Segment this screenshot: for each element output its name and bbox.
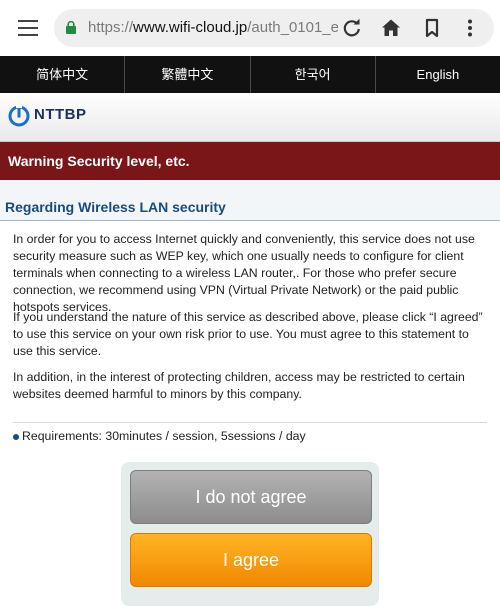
url-host: www.wifi-cloud.jp xyxy=(133,19,248,36)
lang-simplified-chinese[interactable]: 简体中文 xyxy=(0,56,126,93)
section-header: Regarding Wireless LAN security xyxy=(0,194,500,221)
url-path: /auth_0101_en. xyxy=(247,19,338,36)
logo-text: NTTBP xyxy=(34,106,87,123)
requirements-text: Requirements: 30minutes / session, 5sess… xyxy=(22,429,306,443)
requirements-row: Requirements: 30minutes / session, 5sess… xyxy=(13,429,306,443)
section-title: Regarding Wireless LAN security xyxy=(5,199,226,215)
menu-icon[interactable] xyxy=(18,20,38,36)
bullet-icon xyxy=(13,433,19,440)
divider xyxy=(13,422,487,423)
address-bar[interactable]: https://www.wifi-cloud.jp/auth_0101_en. xyxy=(54,9,494,47)
warning-title: Warning Security level, etc. xyxy=(8,153,190,169)
lang-traditional-chinese[interactable]: 繁體中文 xyxy=(125,56,251,93)
disagree-button[interactable]: I do not agree xyxy=(130,470,372,524)
url-scheme: https:// xyxy=(88,19,134,36)
url-text[interactable]: https://www.wifi-cloud.jp/auth_0101_en. xyxy=(88,19,338,39)
language-bar: 简体中文 繁體中文 한국어 English xyxy=(0,56,500,93)
nttbp-logo-icon xyxy=(8,105,30,127)
more-vert-icon[interactable] xyxy=(460,18,480,38)
agree-button[interactable]: I agree xyxy=(130,533,372,587)
reload-icon[interactable] xyxy=(342,18,362,38)
warning-banner: Warning Security level, etc. xyxy=(0,142,500,180)
lock-icon xyxy=(66,21,76,34)
lang-korean[interactable]: 한국어 xyxy=(251,56,376,93)
bookmark-icon[interactable] xyxy=(422,18,442,38)
logo-header: NTTBP xyxy=(0,93,500,142)
paragraph-restriction: In addition, in the interest of protecti… xyxy=(13,370,465,401)
browser-toolbar: https://www.wifi-cloud.jp/auth_0101_en. xyxy=(0,0,500,57)
button-panel: I do not agree I agree xyxy=(121,462,379,606)
paragraph-security: In order for you to access Internet quic… xyxy=(13,232,475,314)
paragraph-agreement: If you understand the nature of this ser… xyxy=(13,310,483,358)
home-icon[interactable] xyxy=(381,18,401,38)
lang-english[interactable]: English xyxy=(376,56,500,93)
